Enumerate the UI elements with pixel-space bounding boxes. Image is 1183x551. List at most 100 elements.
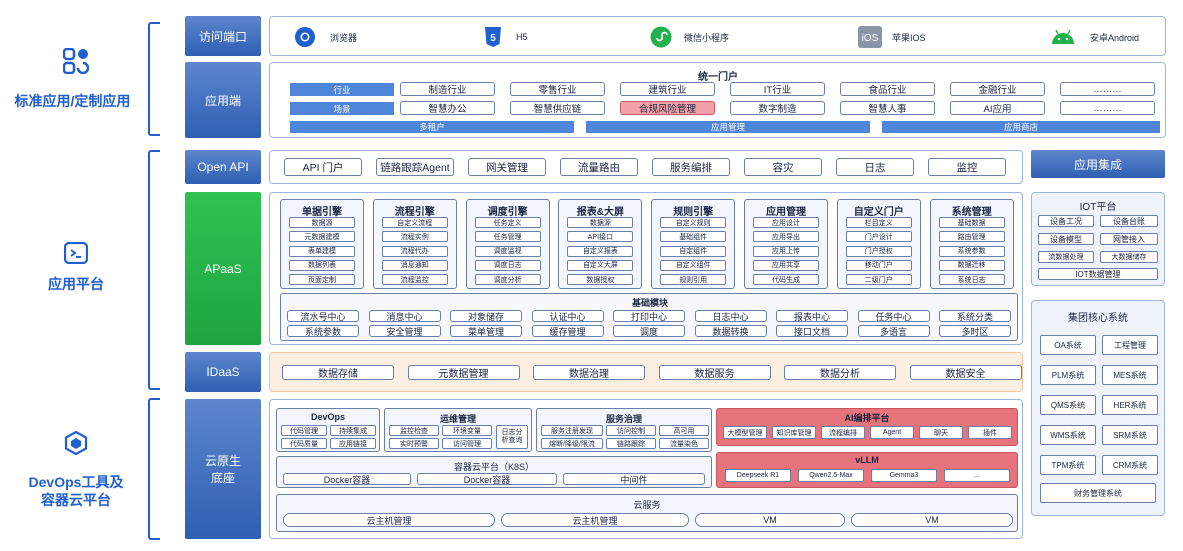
core-system-item[interactable]: 工程管理 bbox=[1102, 335, 1158, 355]
core-system-item[interactable]: HER系统 bbox=[1102, 395, 1158, 415]
devops-item[interactable]: 应用链接 bbox=[330, 438, 376, 449]
base-module-item[interactable]: 报表中心 bbox=[776, 310, 848, 322]
openapi-item[interactable]: 链路跟踪Agent bbox=[376, 158, 454, 176]
idaas-item[interactable]: 数据服务 bbox=[658, 365, 771, 380]
svc-item[interactable]: 流量染色 bbox=[659, 438, 709, 449]
cloud-service-item[interactable]: 云主机管理 bbox=[283, 513, 495, 527]
iot-item[interactable]: 设备台账 bbox=[1100, 215, 1158, 227]
engine-item[interactable]: 自定组件 bbox=[660, 245, 727, 257]
vllm-item[interactable]: Gemma3 bbox=[871, 469, 937, 482]
idaas-item[interactable]: 数据存储 bbox=[282, 365, 394, 380]
devops-item[interactable]: 代码质量 bbox=[281, 438, 327, 449]
scene-item[interactable]: AI应用 bbox=[950, 101, 1045, 115]
k8s-item[interactable]: 中间件 bbox=[563, 473, 705, 485]
engine-item[interactable]: 移动门户 bbox=[845, 259, 912, 271]
engine-item[interactable]: 自定义大屏 bbox=[567, 259, 634, 271]
idaas-item[interactable]: 数据治理 bbox=[533, 365, 645, 380]
devops-item[interactable]: 代码管理 bbox=[281, 425, 327, 436]
engine-item[interactable]: 二级门户 bbox=[845, 274, 912, 286]
core-system-item[interactable]: WMS系统 bbox=[1040, 425, 1096, 445]
ai-item[interactable]: 聊天 bbox=[919, 426, 963, 439]
engine-item[interactable]: 页面定制 bbox=[289, 274, 355, 286]
engine-item[interactable]: 应用设计 bbox=[753, 217, 819, 228]
idaas-item[interactable]: 数据分析 bbox=[784, 365, 896, 380]
iot-item[interactable]: 大数据储存 bbox=[1100, 251, 1158, 263]
scene-item[interactable]: 智慧人事 bbox=[840, 101, 935, 115]
engine-item[interactable]: 应用共享 bbox=[753, 259, 819, 271]
scene-item[interactable]: 数字制造 bbox=[730, 101, 825, 115]
vllm-item[interactable]: Deepseek R1 bbox=[725, 469, 791, 482]
engine-item[interactable]: 系统日志 bbox=[938, 274, 1005, 286]
base-module-item[interactable]: 安全管理 bbox=[368, 325, 441, 337]
engine-item[interactable]: 数据授权 bbox=[567, 274, 634, 286]
bar-app-management[interactable]: 应用管理 bbox=[586, 121, 870, 133]
engine-item[interactable]: 流程代办 bbox=[381, 245, 448, 257]
engine-item[interactable]: 调度监视 bbox=[474, 245, 541, 257]
engine-item[interactable]: 应用上传 bbox=[753, 245, 819, 257]
engine-item[interactable]: 表单建模 bbox=[289, 245, 355, 257]
access-item-miniprogram[interactable]: 微信小程序 bbox=[650, 25, 729, 49]
core-system-item[interactable]: SRM系统 bbox=[1102, 425, 1158, 445]
engine-item[interactable]: 规则引用 bbox=[660, 274, 727, 286]
ops-item[interactable]: 实时预警 bbox=[389, 438, 439, 449]
industry-item[interactable]: 食品行业 bbox=[840, 82, 935, 96]
bar-multi-tenant[interactable]: 多租户 bbox=[290, 121, 574, 133]
svc-item[interactable]: 访问控制 bbox=[606, 425, 656, 436]
engine-item[interactable]: 自定义流程 bbox=[381, 217, 448, 228]
core-system-item[interactable]: CRM系统 bbox=[1102, 455, 1158, 475]
base-module-item[interactable]: 接口文档 bbox=[776, 325, 848, 337]
iot-item[interactable]: 网管接入 bbox=[1100, 233, 1158, 245]
k8s-item[interactable]: Docker容器 bbox=[283, 473, 411, 485]
base-module-item[interactable]: 数据转换 bbox=[694, 325, 767, 337]
base-module-item[interactable]: 调度 bbox=[613, 325, 685, 337]
core-system-item[interactable]: OA系统 bbox=[1040, 335, 1096, 355]
ai-item[interactable]: 大模型管理 bbox=[723, 426, 767, 439]
ops-log-item[interactable]: 日志分析查询 bbox=[496, 425, 528, 449]
openapi-item[interactable]: 监控 bbox=[928, 158, 1006, 176]
scene-item[interactable]: 智慧办公 bbox=[400, 101, 495, 115]
engine-item[interactable]: 自定义规则 bbox=[660, 217, 727, 228]
openapi-item[interactable]: 流量路由 bbox=[560, 158, 638, 176]
openapi-item[interactable]: 容灾 bbox=[744, 158, 822, 176]
engine-item[interactable]: 调度日志 bbox=[474, 259, 541, 271]
engine-item[interactable]: 自定义报表 bbox=[567, 245, 634, 257]
base-module-item[interactable]: 消息中心 bbox=[368, 310, 441, 322]
core-system-item[interactable]: PLM系统 bbox=[1040, 365, 1096, 385]
idaas-item[interactable]: 数据安全 bbox=[909, 365, 1022, 380]
access-item-ios[interactable]: iOS 苹果IOS bbox=[858, 25, 926, 49]
engine-item[interactable]: 基础数据 bbox=[938, 217, 1005, 228]
engine-item[interactable]: API接口 bbox=[567, 231, 634, 243]
base-module-item[interactable]: 系统参数 bbox=[287, 325, 359, 337]
openapi-item[interactable]: 服务编排 bbox=[652, 158, 730, 176]
base-module-item[interactable]: 多时区 bbox=[939, 325, 1011, 337]
base-module-item[interactable]: 系统分类 bbox=[939, 310, 1011, 322]
base-module-item[interactable]: 流水号中心 bbox=[287, 310, 359, 322]
access-item-h5[interactable]: 5 H5 bbox=[484, 25, 528, 49]
openapi-item[interactable]: API 门户 bbox=[284, 158, 362, 176]
industry-item[interactable]: 建筑行业 bbox=[620, 82, 715, 96]
industry-item[interactable]: ……… bbox=[1060, 82, 1155, 96]
engine-item[interactable]: 门户设计 bbox=[845, 231, 912, 243]
engine-item[interactable]: 数据源 bbox=[289, 217, 355, 228]
core-system-item[interactable]: TPM系统 bbox=[1040, 455, 1096, 475]
engine-item[interactable]: 数据迁移 bbox=[938, 259, 1005, 271]
core-system-item[interactable]: MES系统 bbox=[1102, 365, 1158, 385]
cloud-service-item[interactable]: VM bbox=[695, 513, 845, 527]
engine-item[interactable]: 流程实例 bbox=[381, 231, 448, 243]
base-module-item[interactable]: 缓存管理 bbox=[531, 325, 604, 337]
engine-item[interactable]: 调度分析 bbox=[474, 274, 541, 286]
devops-item[interactable]: 持续集成 bbox=[330, 425, 376, 436]
industry-item[interactable]: IT行业 bbox=[730, 82, 825, 96]
engine-item[interactable]: 栏目定义 bbox=[845, 217, 912, 228]
vllm-item[interactable]: ... bbox=[944, 469, 1010, 482]
ai-item[interactable]: 插件 bbox=[968, 426, 1012, 439]
cloud-service-item[interactable]: 云主机管理 bbox=[501, 513, 689, 527]
base-module-item[interactable]: 多语言 bbox=[857, 325, 930, 337]
svc-item[interactable]: 高可用 bbox=[659, 425, 709, 436]
openapi-item[interactable]: 日志 bbox=[836, 158, 914, 176]
base-module-item[interactable]: 打印中心 bbox=[613, 310, 685, 322]
idaas-item[interactable]: 元数据管理 bbox=[407, 365, 520, 380]
core-system-item[interactable]: 财务管理系统 bbox=[1040, 483, 1156, 503]
engine-item[interactable]: 代码生成 bbox=[753, 274, 819, 286]
access-item-browser[interactable]: 浏览器 bbox=[294, 25, 357, 49]
